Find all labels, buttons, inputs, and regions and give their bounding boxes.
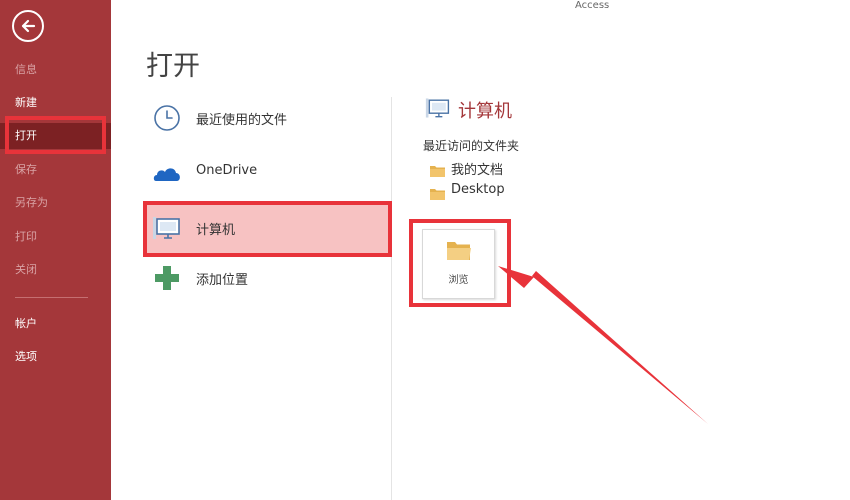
annotation-arrow (498, 266, 708, 424)
